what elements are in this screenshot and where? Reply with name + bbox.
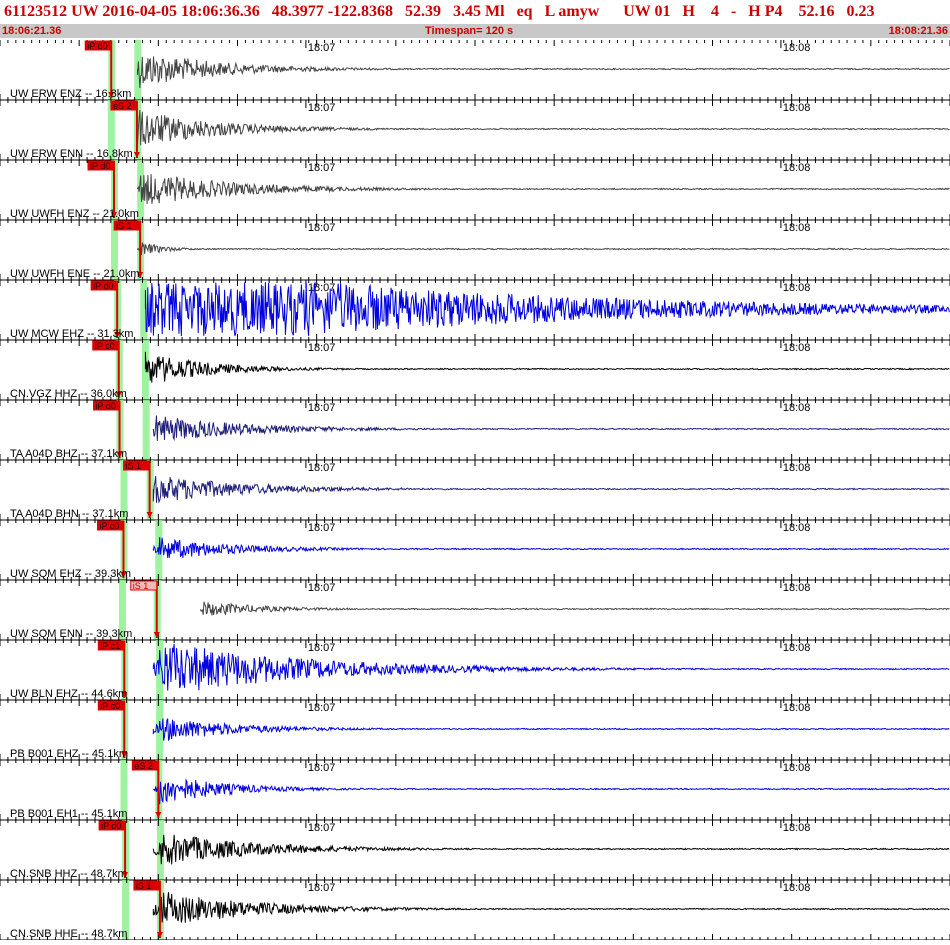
time-label: 18:07: [308, 642, 336, 654]
pick-label: eS 2: [113, 101, 132, 111]
time-label: 18:07: [308, 42, 336, 54]
trace-panel: 18:07 18:08 iP d0 TA A04D BHZ -- 37.1km: [0, 400, 950, 461]
trace-panel: 18:07 18:08 iP c0 UW SQM EHZ -- 39.3km: [0, 520, 950, 581]
start-time: 18:06:21.36: [2, 25, 62, 37]
trace-panel: 18:07 18:08 iP d0 UW ERW ENZ -- 16.8km: [0, 40, 950, 101]
s-phase-band: [142, 400, 150, 460]
time-label: 18:07: [308, 882, 336, 894]
pick-label: iS 1: [136, 881, 152, 891]
trace-panel: 18:07 18:08 iP c0 CN.VGZ HHZ -- 36.0km: [0, 340, 950, 401]
time-label: 18:08: [783, 162, 811, 174]
waveform: [137, 56, 950, 89]
pick-label: iS 1: [133, 581, 149, 591]
waveform: [137, 174, 950, 205]
pick-label: iP d0: [101, 821, 121, 831]
station-label: UW SQM ENN -- 39.3km: [10, 628, 132, 640]
trace-panel: 18:07 18:08 eS 2 PB B001 EH1 -- 45.1km: [0, 760, 950, 821]
time-label: 18:07: [308, 582, 336, 594]
station-label: UW UWFH ENE -- 21.0km: [10, 268, 140, 280]
station-label: PB B001 EH1 -- 45.1km: [10, 808, 127, 820]
trace-panel: 18:07 18:08 iS 1 TA A04D BHN -- 37.1km: [0, 460, 950, 521]
seismogram-panel[interactable]: 18:07 18:08 iP d0 UW ERW ENZ -- 16.8km 18:07…: [0, 40, 950, 941]
time-label: 18:07: [308, 102, 336, 114]
time-bar: 18:06:21.36 Timespan= 120 s 18:08:21.36: [0, 24, 950, 38]
trace-panel: 18:07 18:08 iP d0 CN.SNB HHZ -- 48.7km: [0, 820, 950, 881]
time-label: 18:08: [783, 762, 811, 774]
time-label: 18:07: [308, 522, 336, 534]
waveform: [144, 351, 950, 383]
time-label: 18:07: [308, 342, 336, 354]
event-header: 61123512 UW 2016-04-05 18:06:36.36 48.39…: [0, 0, 950, 40]
time-label: 18:07: [308, 702, 336, 714]
station-label: TA A04D BHN -- 37.1km: [10, 508, 128, 520]
station-label: CN.SNB HHE -- 48.7km: [10, 928, 127, 940]
time-label: 18:08: [783, 42, 811, 54]
station-label: UW UWFH ENZ -- 21.0km: [10, 208, 139, 220]
time-label: 18:07: [308, 222, 336, 234]
station-label: UW BLN EHZ -- 44.6km: [10, 688, 127, 700]
pick-label: iS 1: [116, 221, 132, 231]
waveform: [200, 601, 950, 616]
time-label: 18:08: [783, 282, 811, 294]
time-label: 18:07: [308, 462, 336, 474]
s-phase-band: [156, 700, 164, 760]
waveform: [152, 718, 950, 742]
pick-label: iP c1: [100, 641, 120, 651]
time-label: 18:08: [783, 522, 811, 534]
time-label: 18:08: [783, 822, 811, 834]
pick-label: iP d0: [96, 401, 116, 411]
waveform: [152, 892, 950, 923]
station-label: UW MCW EHZ -- 31.3km: [10, 328, 133, 340]
pick-label: iP d0: [90, 161, 110, 171]
pick-label: iP c0: [100, 701, 120, 711]
station-label: PB B001 EHZ -- 45.1km: [10, 748, 128, 760]
pick-label: iP d0: [87, 41, 107, 51]
station-label: CN.VGZ HHZ -- 36.0km: [10, 388, 127, 400]
time-label: 18:07: [308, 762, 336, 774]
station-label: UW SQM EHZ -- 39.3km: [10, 568, 131, 580]
waveform: [152, 415, 950, 441]
waveform: [144, 281, 950, 337]
waveform: [152, 778, 950, 805]
pick-label: iS 1: [126, 461, 142, 471]
pick-label: eS 2: [134, 761, 153, 771]
trace-panel: 18:07 18:08 iP c0 PB B001 EHZ -- 45.1km: [0, 700, 950, 761]
pick-label: iP c0: [100, 521, 120, 531]
time-label: 18:08: [783, 582, 811, 594]
time-label: 18:07: [308, 402, 336, 414]
waveform: [152, 537, 950, 558]
time-label: 18:07: [308, 822, 336, 834]
waveform: [137, 109, 950, 146]
time-label: 18:08: [783, 462, 811, 474]
trace-panel: 18:07 18:08iP d0UW MCW EHZ -- 31.3km: [0, 280, 950, 341]
event-summary: 61123512 UW 2016-04-05 18:06:36.36 48.39…: [4, 3, 875, 20]
time-label: 18:08: [783, 342, 811, 354]
time-label: 18:08: [783, 402, 811, 414]
waveform: [152, 643, 950, 691]
trace-panel: 18:07 18:08 iS 1 UW SQM ENN -- 39.3km: [0, 580, 950, 641]
pick-label: iP d0: [93, 281, 113, 291]
waveform: [137, 242, 950, 256]
station-label: UW ERW ENZ -- 16.8km: [10, 88, 131, 100]
traces-svg: 18:07 18:08iP d0UW ERW ENZ -- 16.8km18:07…: [0, 40, 950, 941]
trace-panel: 18:07 18:08 iS 1 CN.SNB HHE -- 48.7km: [0, 880, 950, 941]
station-label: CN.SNB HHZ -- 48.7km: [10, 868, 127, 880]
time-label: 18:08: [783, 702, 811, 714]
trace-panel: 18:07 18:08 iP c1 UW BLN EHZ -- 44.6km: [0, 640, 950, 701]
time-label: 18:08: [783, 642, 811, 654]
timespan-label: Timespan= 120 s: [425, 25, 514, 37]
pick-label: iP c0: [95, 341, 115, 351]
trace-panel: 18:07 18:08 eS 2 UW ERW ENN -- 16.8km: [0, 100, 950, 161]
trace-panel: 18:07 18:08 iS 1 UW UWFH ENE -- 21.0km: [0, 220, 950, 281]
waveform: [152, 834, 950, 865]
time-label: 18:07: [308, 162, 336, 174]
time-label: 18:08: [783, 882, 811, 894]
end-time: 18:08:21.36: [888, 25, 948, 37]
time-label: 18:08: [783, 102, 811, 114]
station-label: TA A04D BHZ -- 37.1km: [10, 448, 127, 460]
trace-panel: 18:07 18:08 iP d0 UW UWFH ENZ -- 21.0km: [0, 160, 950, 221]
station-label: UW ERW ENN -- 16.8km: [10, 148, 133, 160]
time-label: 18:08: [783, 222, 811, 234]
waveform: [152, 476, 950, 504]
